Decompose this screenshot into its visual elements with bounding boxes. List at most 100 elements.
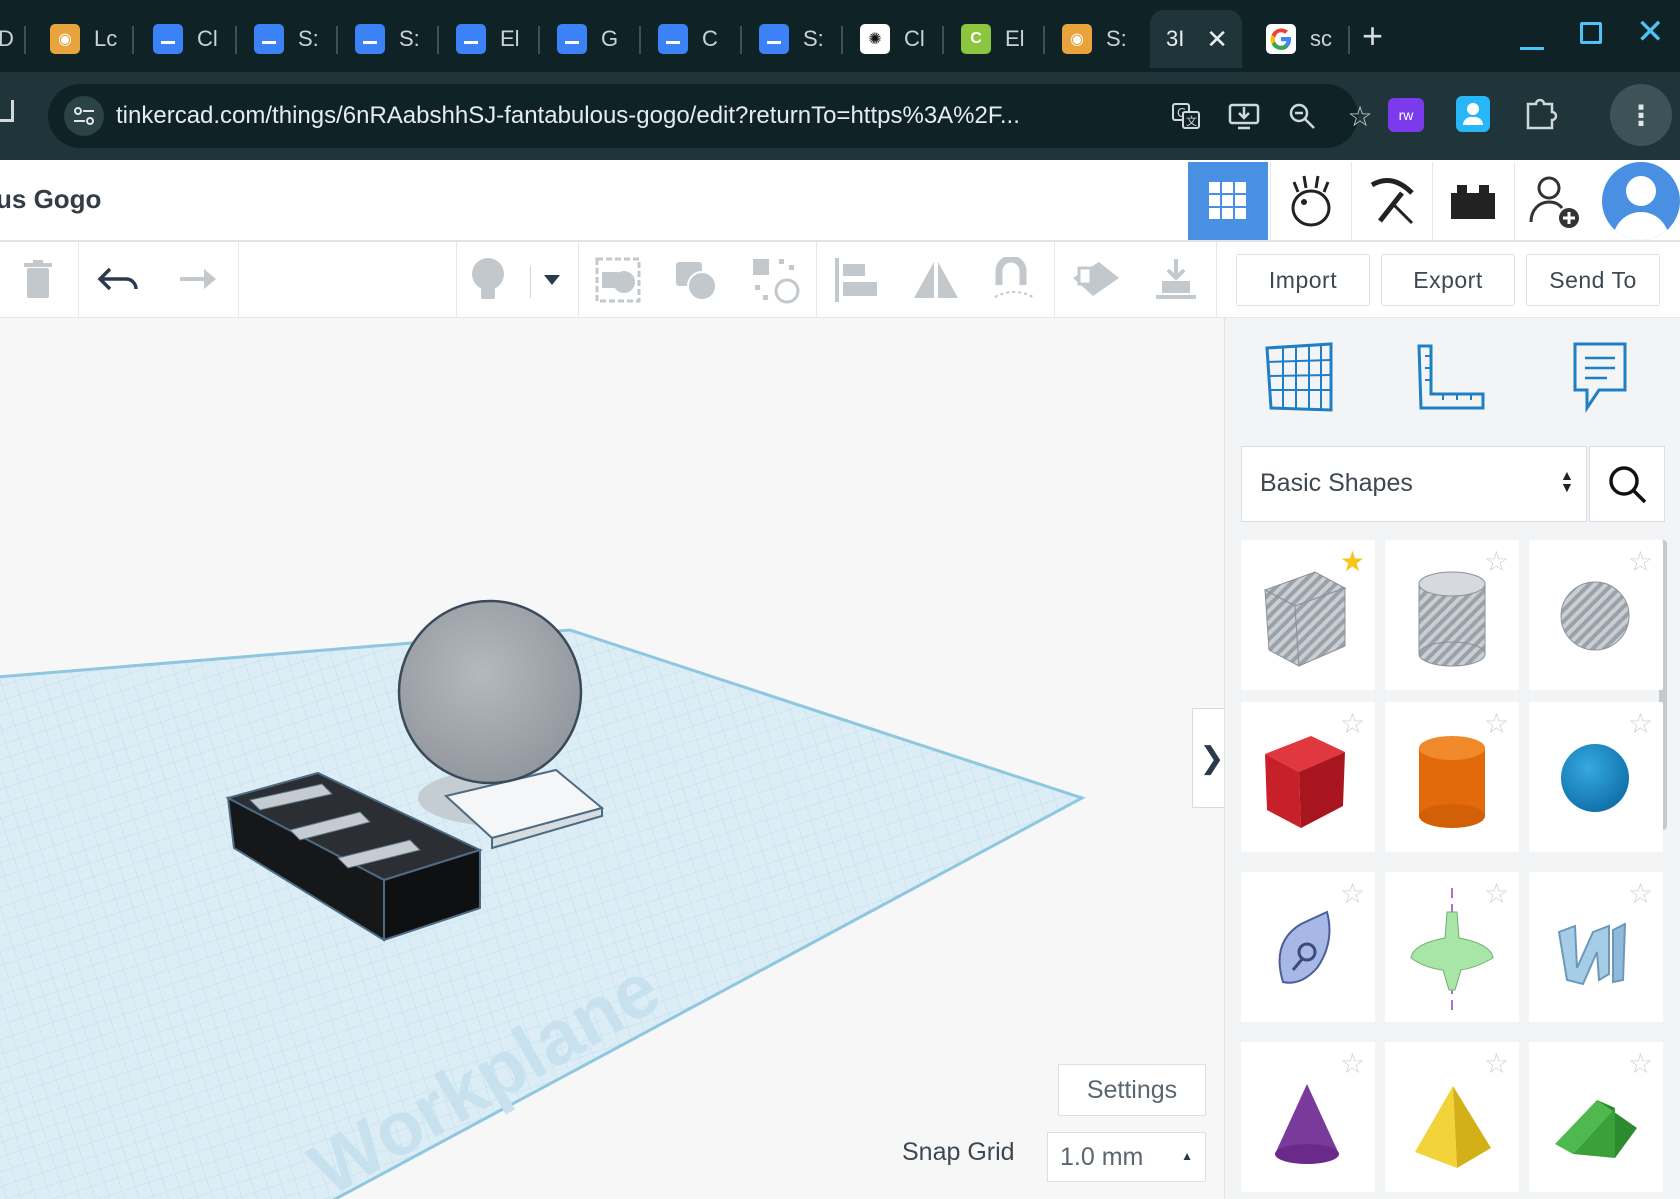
new-tab-icon[interactable]: + — [1362, 18, 1383, 54]
browser-tab[interactable]: S: — [238, 10, 338, 68]
minimize-icon[interactable] — [1520, 20, 1544, 50]
google-icon — [1266, 24, 1296, 54]
codeblocks-icon[interactable] — [1270, 162, 1350, 240]
shape-card-cylinder[interactable]: ☆ — [1385, 702, 1519, 852]
chevron-up-icon: ▲ — [1181, 1149, 1193, 1163]
browser-tab[interactable]: El — [440, 10, 540, 68]
ruler-icon[interactable] — [1415, 342, 1487, 419]
workplane-grid-icon[interactable] — [1263, 342, 1335, 419]
shape-card-box[interactable]: ☆ — [1241, 702, 1375, 852]
browser-tab[interactable]: S: — [743, 10, 843, 68]
import-button[interactable]: Import — [1236, 254, 1370, 306]
shape-card-cylinder-hole[interactable]: ☆ — [1385, 540, 1519, 690]
rw-extension-icon[interactable]: rw — [1388, 98, 1424, 132]
lego-brick-icon[interactable] — [1432, 162, 1512, 240]
browser-tab[interactable]: C — [642, 10, 742, 68]
collapse-panel-icon[interactable]: ❯ — [1192, 708, 1224, 808]
browser-tab[interactable]: Cl — [137, 10, 237, 68]
lightbulb-icon[interactable] — [458, 252, 518, 308]
magnet-cruise-icon[interactable] — [984, 252, 1044, 308]
translate-icon[interactable]: G文 — [1166, 96, 1206, 136]
shape-card-graph[interactable]: ☆ — [1385, 872, 1519, 1022]
design-title[interactable]: us Gogo — [0, 184, 101, 215]
close-tab-icon[interactable]: ✕ — [1206, 24, 1228, 55]
shape-card-cone[interactable]: ☆ — [1241, 1042, 1375, 1192]
browser-tab[interactable]: ✺ Cl — [844, 10, 944, 68]
drop-to-workplane-icon[interactable] — [1146, 252, 1206, 308]
browser-tab[interactable]: C El — [945, 10, 1045, 68]
tab-label: sc — [1310, 26, 1332, 51]
settings-button[interactable]: Settings — [1058, 1064, 1206, 1116]
shape-card-roof[interactable]: ☆ — [1529, 1042, 1663, 1192]
puzzle-extensions-icon[interactable] — [1522, 94, 1558, 138]
category-label: Basic Shapes — [1260, 469, 1413, 497]
send-to-button[interactable]: Send To — [1526, 254, 1660, 306]
app-header: us Gogo — [0, 160, 1680, 242]
snap-grid-label: Snap Grid — [902, 1138, 1015, 1166]
tab-label: D — [0, 26, 14, 51]
3d-viewport[interactable]: Workplane ❯ — [0, 318, 1224, 1199]
browser-menu-icon[interactable]: ⋮ — [1610, 84, 1672, 146]
shape-card-scribble[interactable]: ☆ — [1241, 872, 1375, 1022]
tab-label: El — [1005, 26, 1025, 51]
omnibox[interactable]: tinkercad.com/things/6nRAabshhSJ-fantabu… — [48, 84, 1373, 148]
install-app-icon[interactable] — [1224, 96, 1264, 136]
home-icon[interactable] — [0, 100, 14, 122]
snap-grid-select[interactable]: 1.0 mm ▲ — [1047, 1132, 1206, 1182]
bookmark-star-icon[interactable]: ☆ — [1340, 96, 1380, 136]
mirror-icon[interactable] — [906, 252, 966, 308]
grid-3d-view-icon[interactable] — [1188, 162, 1268, 240]
zoom-icon[interactable] — [1282, 96, 1322, 136]
browser-tab[interactable]: G — [541, 10, 641, 68]
chatgpt-icon: ✺ — [860, 24, 890, 54]
shape-card-sphere-hole[interactable]: ☆ — [1529, 540, 1663, 690]
workplane-tool-icon[interactable] — [1066, 252, 1126, 308]
browser-tab[interactable]: ◉ S: — [1046, 10, 1146, 68]
google-docs-icon — [153, 24, 183, 54]
group-icon[interactable] — [588, 252, 648, 308]
shape-card-text[interactable]: ☆ — [1529, 872, 1663, 1022]
svg-text:文: 文 — [1186, 114, 1197, 128]
ungroup-icon[interactable] — [666, 252, 726, 308]
shape-card-pyramid[interactable]: ☆ — [1385, 1042, 1519, 1192]
url-text[interactable]: tinkercad.com/things/6nRAabshhSJ-fantabu… — [116, 102, 1146, 130]
restore-icon[interactable] — [1580, 22, 1602, 44]
tab-label: S: — [803, 26, 824, 51]
export-button[interactable]: Export — [1381, 254, 1515, 306]
tab-label: Cl — [904, 26, 925, 51]
delete-icon[interactable] — [8, 252, 68, 308]
gray-sphere[interactable] — [397, 599, 583, 785]
shapes-panel: Basic Shapes ▲ ▼ ★ ☆ ☆ ☆ ☆ ☆ ☆ ☆ ☆ ☆ ☆ ☆ — [1224, 318, 1680, 1199]
browser-tab[interactable]: sc — [1250, 10, 1350, 68]
search-shapes-button[interactable] — [1589, 446, 1665, 522]
browser-tab[interactable]: D — [0, 10, 26, 68]
align-snap-icon[interactable] — [746, 252, 806, 308]
browser-tab[interactable]: ◉ Lc — [34, 10, 134, 68]
category-select[interactable]: Basic Shapes ▲ ▼ — [1241, 446, 1587, 522]
chevron-down-icon[interactable] — [522, 252, 582, 308]
redo-icon[interactable] — [168, 252, 228, 308]
select-arrows-icon: ▲ ▼ — [1560, 467, 1574, 495]
browser-tab-strip: D ◉ Lc Cl S: S: El G C S: ✺ Cl C El ◉ S:… — [0, 0, 1680, 72]
tab-label: Cl — [197, 26, 218, 51]
align-icon[interactable] — [826, 252, 886, 308]
profile-avatar-icon[interactable] — [1602, 162, 1680, 240]
browser-tab[interactable]: S: — [339, 10, 439, 68]
add-user-icon[interactable] — [1514, 162, 1594, 240]
site-info-icon[interactable] — [64, 96, 104, 136]
person-pin-extension-icon[interactable] — [1456, 96, 1490, 132]
close-window-icon[interactable]: ✕ — [1636, 12, 1665, 52]
shape-card-sphere[interactable]: ☆ — [1529, 702, 1663, 852]
tab-label: 3I — [1166, 26, 1185, 51]
tinkercad-bot-icon: ◉ — [50, 24, 80, 54]
workplane-scene[interactable]: Workplane — [0, 318, 1224, 1199]
tab-label: S: — [1106, 26, 1127, 51]
minecraft-pickaxe-icon[interactable] — [1351, 162, 1431, 240]
shape-card-box-hole[interactable]: ★ — [1241, 540, 1375, 690]
browser-tab-active[interactable]: 3I ✕ — [1150, 10, 1242, 68]
undo-icon[interactable] — [88, 252, 148, 308]
tab-label: Lc — [94, 26, 118, 51]
notes-icon[interactable] — [1569, 340, 1631, 419]
browser-address-row: tinkercad.com/things/6nRAabshhSJ-fantabu… — [0, 72, 1680, 160]
c-app-icon: C — [961, 24, 991, 54]
